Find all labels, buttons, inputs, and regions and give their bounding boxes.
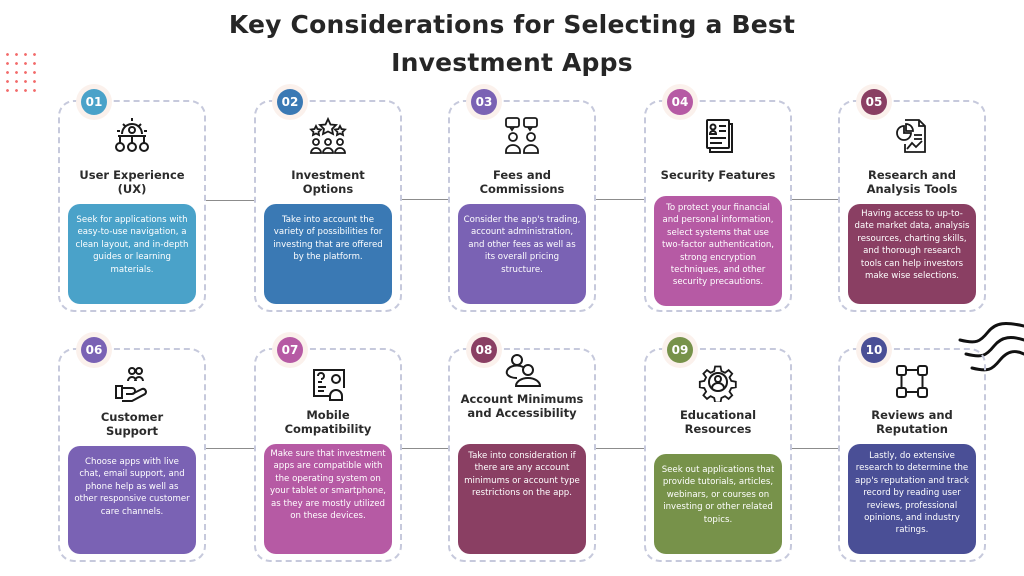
connector-line	[596, 448, 644, 449]
consideration-card-06: 06 Customer Support Choose apps with liv…	[58, 332, 206, 562]
card-description: Consider the app's trading, account admi…	[458, 204, 586, 304]
step-number: 02	[277, 89, 303, 115]
connector-line	[400, 448, 448, 449]
gear-user-icon	[698, 362, 738, 404]
step-number: 10	[861, 337, 887, 363]
ux-gear-network-icon	[112, 116, 152, 156]
connector-line	[400, 199, 448, 200]
step-badge: 04	[662, 84, 698, 120]
decorative-dot-grid	[3, 50, 39, 98]
card-heading: Research and Analysis Tools	[866, 168, 958, 196]
consideration-card-10: 10 Reviews and Reputation Lastly, do ext…	[838, 332, 986, 562]
card-heading: Account Minimums and Accessibility	[460, 392, 584, 420]
people-chat-icon	[502, 116, 542, 156]
card-heading: Investment Options	[291, 168, 365, 196]
card-description: Seek for applications with easy-to-use n…	[68, 204, 196, 304]
card-description: Seek out applications that provide tutor…	[654, 454, 782, 554]
card-description: To protect your financial and personal i…	[654, 196, 782, 306]
consideration-card-09: 09 Educational Resources Seek out applic…	[644, 332, 792, 562]
profile-card-icon	[308, 364, 348, 404]
step-number: 03	[471, 89, 497, 115]
step-number: 05	[861, 89, 887, 115]
card-description: Lastly, do extensive research to determi…	[848, 444, 976, 554]
workflow-nodes-icon	[892, 362, 932, 402]
stars-people-icon	[308, 116, 348, 156]
step-badge: 09	[662, 332, 698, 368]
consideration-card-02: 02 Investment Options Take into account …	[254, 84, 402, 312]
step-badge: 02	[272, 84, 308, 120]
card-heading: Security Features	[660, 168, 776, 182]
card-description: Having access to up-to-date market data,…	[848, 204, 976, 304]
connector-line	[790, 448, 838, 449]
report-chart-icon	[892, 116, 932, 156]
step-number: 07	[277, 337, 303, 363]
step-badge: 07	[272, 332, 308, 368]
consideration-card-07: 07 Mobile Compatibility Make sure that i…	[254, 332, 402, 562]
consideration-card-08: 08 Account Minimums and Accessibility Ta…	[448, 332, 596, 562]
users-group-icon	[502, 352, 542, 392]
consideration-card-04: 04 Security Features To protect your fin…	[644, 84, 792, 312]
card-heading: Mobile Compatibility	[284, 408, 372, 436]
card-heading: Educational Resources	[679, 408, 757, 436]
step-badge: 03	[466, 84, 502, 120]
step-number: 01	[81, 89, 107, 115]
card-description: Take into consideration if there are any…	[458, 444, 586, 554]
step-badge: 08	[466, 332, 502, 368]
hand-people-icon	[112, 364, 152, 404]
page-title-line-2: Investment Apps	[391, 48, 633, 77]
card-description: Choose apps with live chat, email suppor…	[68, 446, 196, 554]
step-badge: 10	[856, 332, 892, 368]
page-title-line-1: Key Considerations for Selecting a Best	[228, 10, 796, 39]
step-badge: 05	[856, 84, 892, 120]
connector-line	[790, 199, 838, 200]
consideration-card-01: 01 User Experience (UX) Seek for applica…	[58, 84, 206, 312]
card-heading: Customer Support	[100, 410, 164, 438]
step-number: 08	[471, 337, 497, 363]
step-number: 06	[81, 337, 107, 363]
consideration-card-03: 03 Fees and Commissions Consider the app…	[448, 84, 596, 312]
step-badge: 01	[76, 84, 112, 120]
card-description: Make sure that investment apps are compa…	[264, 444, 392, 554]
connector-line	[206, 448, 254, 449]
connector-line	[596, 199, 644, 200]
step-number: 04	[667, 89, 693, 115]
consideration-card-05: 05 Research and Analysis Tools Having ac…	[838, 84, 986, 312]
card-heading: Fees and Commissions	[479, 168, 565, 196]
step-number: 09	[667, 337, 693, 363]
connector-line	[206, 200, 254, 201]
step-badge: 06	[76, 332, 112, 368]
profile-document-icon	[698, 116, 738, 156]
card-description: Take into account the variety of possibi…	[264, 204, 392, 304]
card-heading: User Experience (UX)	[79, 168, 185, 196]
card-heading: Reviews and Reputation	[871, 408, 953, 436]
